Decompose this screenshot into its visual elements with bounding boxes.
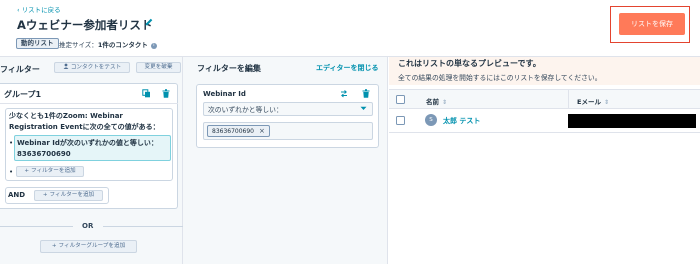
avatar: S xyxy=(425,114,437,126)
row-checkbox[interactable] xyxy=(396,116,405,125)
estimated-size-label: 推定サイズ： xyxy=(59,41,98,49)
plus-icon: + xyxy=(24,168,30,174)
test-contact-button[interactable]: コンタクトをテスト xyxy=(54,62,130,73)
close-editor-link[interactable]: エディターを閉じる xyxy=(316,63,379,73)
plus-icon: + xyxy=(42,192,48,198)
bullet-marker: • xyxy=(9,168,14,176)
column-header-name[interactable]: 名前 ⇕ xyxy=(426,96,447,106)
save-list-button[interactable]: リストを保存 xyxy=(619,13,685,35)
value-chip-text: 83636700690 xyxy=(212,128,254,135)
preview-subtitle: 全ての結果の処理を開始するにはこのリストを保存してください。 xyxy=(398,74,602,82)
group-divider xyxy=(0,103,178,104)
active-filter-text[interactable]: Webinar Idが次のいずれかの値と等しい：83636700690 xyxy=(17,138,169,159)
condition-intro: 少なくとも1件のZoom: Webinar Registration Event… xyxy=(9,112,160,131)
filter-group-title: グループ1 xyxy=(4,90,42,99)
column-separator xyxy=(568,89,569,109)
contact-name-link[interactable]: 太郎 テスト xyxy=(443,116,480,126)
redacted-email xyxy=(568,114,696,128)
or-divider-left xyxy=(0,226,73,227)
sort-icon[interactable]: ⇕ xyxy=(442,99,447,106)
pencil-icon[interactable] xyxy=(144,17,154,27)
column-name-label: 名前 xyxy=(426,98,439,106)
page-title: Aウェビナー参加者リスト xyxy=(17,18,153,32)
estimated-size: 推定サイズ：1件のコンタクト i xyxy=(59,39,157,49)
and-label: AND xyxy=(8,191,26,199)
column-header-email[interactable]: Eメール ⇕ xyxy=(577,96,609,106)
trash-icon[interactable] xyxy=(162,89,170,98)
close-icon[interactable]: × xyxy=(259,126,265,136)
or-divider-right xyxy=(103,226,183,227)
test-contact-label: コンタクトをテスト xyxy=(70,64,122,71)
add-filter-group-label: フィルターグループを追加 xyxy=(58,243,126,249)
add-filter-group-button[interactable]: + フィルターグループを追加 xyxy=(40,240,137,253)
trash-icon[interactable] xyxy=(362,89,370,98)
select-all-checkbox[interactable] xyxy=(396,95,405,104)
operator-select-value: 次のいずれかと等しい： xyxy=(208,106,283,114)
estimated-size-value: 1件のコンタクト xyxy=(97,41,148,49)
value-chip: 83636700690 × xyxy=(207,125,270,137)
or-label: OR xyxy=(82,222,94,230)
person-icon xyxy=(63,63,69,69)
edit-filter-heading: フィルターを編集 xyxy=(197,64,261,73)
preview-title: これはリストの単なるプレビューです。 xyxy=(398,59,541,68)
copy-icon[interactable] xyxy=(142,89,151,98)
add-filter-button-inner[interactable]: + フィルターを追加 xyxy=(16,166,84,177)
sort-icon[interactable]: ⇕ xyxy=(604,99,609,106)
back-to-lists-link[interactable]: ‹ リストに戻る xyxy=(17,4,61,14)
plus-icon: + xyxy=(51,243,57,249)
info-icon[interactable]: i xyxy=(150,43,157,49)
bullet-marker: • xyxy=(9,139,14,147)
add-filter-label: フィルターを追加 xyxy=(31,168,76,174)
discard-changes-button[interactable]: 変更を破棄 xyxy=(136,62,181,73)
row-divider xyxy=(389,132,700,133)
property-name: Webinar Id xyxy=(203,90,246,98)
add-filter-button-and[interactable]: + フィルターを追加 xyxy=(34,190,103,201)
chevron-down-icon[interactable] xyxy=(360,106,367,111)
filters-heading: フィルター xyxy=(0,65,40,74)
add-filter-label: フィルターを追加 xyxy=(49,192,95,198)
column-email-label: Eメール xyxy=(577,98,601,106)
list-type-badge: 動的リスト xyxy=(16,38,59,49)
swap-icon[interactable] xyxy=(340,89,348,98)
